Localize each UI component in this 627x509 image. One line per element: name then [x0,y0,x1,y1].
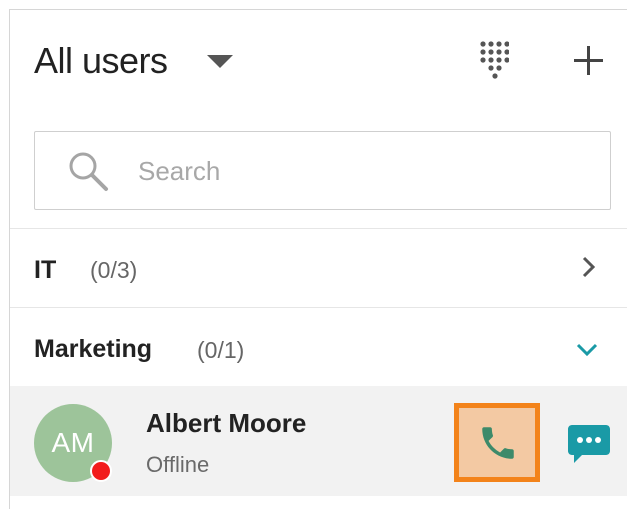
user-row[interactable]: AM Albert Moore Offline [10,386,627,496]
chevron-down-icon[interactable] [575,337,599,361]
chat-icon [568,425,610,463]
group-count: (0/1) [197,337,245,363]
chevron-right-icon[interactable] [576,255,600,279]
dialpad-icon[interactable] [479,40,510,80]
group-row-marketing[interactable]: Marketing (0/1) [10,308,627,386]
group-name: IT [34,256,57,284]
offline-status-icon [90,460,112,482]
search-box[interactable] [34,131,611,210]
page-title: All users [34,40,168,81]
avatar-initials: AM [51,427,95,458]
user-name: Albert Moore [146,408,307,438]
add-user-button[interactable] [568,40,608,80]
group-count: (0/3) [90,257,138,283]
panel-header: All users [10,10,627,118]
call-button[interactable] [454,403,540,482]
plus-icon [574,46,603,75]
search-icon [69,152,108,191]
users-panel: All users Search IT (0/3) Marketing (0/1… [9,9,627,509]
user-status: Offline [146,452,210,477]
search-input[interactable] [138,154,578,188]
caret-down-icon[interactable] [207,55,233,68]
phone-icon [482,427,514,459]
chat-button[interactable] [568,425,610,463]
group-name: Marketing [34,335,153,363]
group-row-it[interactable]: IT (0/3) [10,229,627,307]
